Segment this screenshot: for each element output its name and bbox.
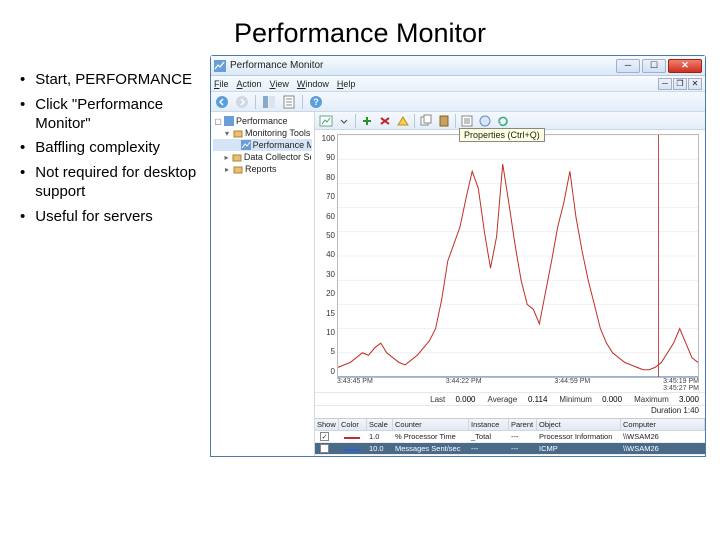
tooltip: Properties (Ctrl+Q): [459, 128, 545, 142]
perfmon-window: Performance Monitor ─ ☐ ✕ File Action Vi…: [210, 55, 706, 457]
view-log-button[interactable]: [318, 114, 334, 128]
show-checkbox[interactable]: ✓: [320, 432, 329, 441]
bullet-item: Useful for servers: [35, 208, 153, 227]
y-tick: 70: [326, 192, 335, 201]
column-header[interactable]: Object: [537, 419, 621, 430]
y-tick: 40: [326, 250, 335, 259]
table-row[interactable]: ✓10.0Messages Sent/sec------ICMP\\WSAM26: [315, 443, 705, 455]
mdi-restore-button[interactable]: ❐: [673, 78, 687, 90]
y-tick: 50: [326, 231, 335, 240]
chart-area: 1009080706050403020151050 3:43:45 PM 3:4…: [315, 130, 705, 392]
update-button[interactable]: [495, 114, 511, 128]
menu-file[interactable]: File: [214, 79, 229, 89]
slide-title: Performance Monitor: [0, 0, 720, 55]
main-toolbar: ?: [211, 92, 705, 112]
copy-button[interactable]: [418, 114, 434, 128]
color-swatch: [344, 449, 360, 451]
help-button[interactable]: ?: [308, 94, 324, 110]
back-button[interactable]: [214, 94, 230, 110]
maximize-button[interactable]: ☐: [642, 59, 666, 73]
bullet-item: Baffling complexity: [35, 139, 160, 158]
x-axis-labels: 3:43:45 PM 3:44:22 PM 3:44:59 PM 3:45:19…: [337, 378, 699, 392]
column-header[interactable]: Show: [315, 419, 339, 430]
counter-table[interactable]: ShowColorScaleCounterInstanceParentObjec…: [315, 418, 705, 456]
window-title: Performance Monitor: [230, 60, 616, 71]
duration-row: Duration 1:40: [315, 406, 705, 418]
graph-properties-button[interactable]: Properties (Ctrl+Q): [459, 114, 475, 128]
counter-table-header[interactable]: ShowColorScaleCounterInstanceParentObjec…: [315, 419, 705, 431]
view-dropdown-button[interactable]: [336, 114, 352, 128]
y-tick: 90: [326, 153, 335, 162]
table-row[interactable]: ✓1.0% Processor Time_Total---Processor I…: [315, 431, 705, 443]
show-tree-button[interactable]: [261, 94, 277, 110]
y-tick: 15: [326, 309, 335, 318]
slide-bullets: Start, PERFORMANCE Click "Performance Mo…: [10, 55, 210, 457]
main-pane: Properties (Ctrl+Q) 10090807060504030201…: [315, 112, 705, 456]
close-button[interactable]: ✕: [668, 59, 702, 73]
menu-action[interactable]: Action: [237, 79, 262, 89]
nav-tree[interactable]: ▢ Performance ▾ Monitoring Tools Perform…: [211, 112, 315, 456]
properties-button[interactable]: [281, 94, 297, 110]
tree-reports[interactable]: ▸ Reports: [213, 163, 312, 175]
mdi-minimize-button[interactable]: ─: [658, 78, 672, 90]
y-tick: 60: [326, 212, 335, 221]
column-header[interactable]: Parent: [509, 419, 537, 430]
y-axis: 1009080706050403020151050: [317, 134, 337, 390]
bullet-item: Click "Performance Monitor": [35, 96, 210, 134]
forward-button[interactable]: [234, 94, 250, 110]
app-icon: [214, 60, 226, 72]
column-header[interactable]: Color: [339, 419, 367, 430]
menubar: File Action View Window Help ─ ❐ ✕: [211, 76, 705, 92]
column-header[interactable]: Counter: [393, 419, 469, 430]
graph-toolbar: Properties (Ctrl+Q): [315, 112, 705, 130]
menu-view[interactable]: View: [270, 79, 289, 89]
color-swatch: [344, 437, 360, 439]
y-tick: 0: [331, 367, 335, 376]
paste-button[interactable]: [436, 114, 452, 128]
show-checkbox[interactable]: ✓: [320, 444, 329, 453]
y-tick: 10: [326, 328, 335, 337]
tree-performance-monitor[interactable]: Performance Monitor: [213, 139, 312, 151]
plot-box[interactable]: [337, 134, 699, 378]
menu-window[interactable]: Window: [297, 79, 329, 89]
titlebar[interactable]: Performance Monitor ─ ☐ ✕: [211, 56, 705, 76]
y-tick: 30: [326, 270, 335, 279]
bullet-item: Start, PERFORMANCE: [35, 71, 192, 90]
menu-help[interactable]: Help: [337, 79, 356, 89]
column-header[interactable]: Instance: [469, 419, 509, 430]
y-tick: 20: [326, 289, 335, 298]
svg-text:?: ?: [313, 97, 319, 107]
minimize-button[interactable]: ─: [616, 59, 640, 73]
tree-root[interactable]: ▢ Performance: [213, 115, 312, 127]
tree-monitoring-tools[interactable]: ▾ Monitoring Tools: [213, 127, 312, 139]
tree-data-collector-sets[interactable]: ▸ Data Collector Sets: [213, 151, 312, 163]
bullet-item: Not required for desktop support: [35, 164, 210, 202]
add-counter-button[interactable]: [359, 114, 375, 128]
delete-counter-button[interactable]: [377, 114, 393, 128]
column-header[interactable]: Computer: [621, 419, 705, 430]
mdi-close-button[interactable]: ✕: [688, 78, 702, 90]
column-header[interactable]: Scale: [367, 419, 393, 430]
y-tick: 80: [326, 173, 335, 182]
highlight-button[interactable]: [395, 114, 411, 128]
freeze-button[interactable]: [477, 114, 493, 128]
y-tick: 100: [322, 134, 335, 143]
y-tick: 5: [331, 347, 335, 356]
stats-row: Last 0.000 Average 0.114 Minimum 0.000 M…: [315, 392, 705, 406]
